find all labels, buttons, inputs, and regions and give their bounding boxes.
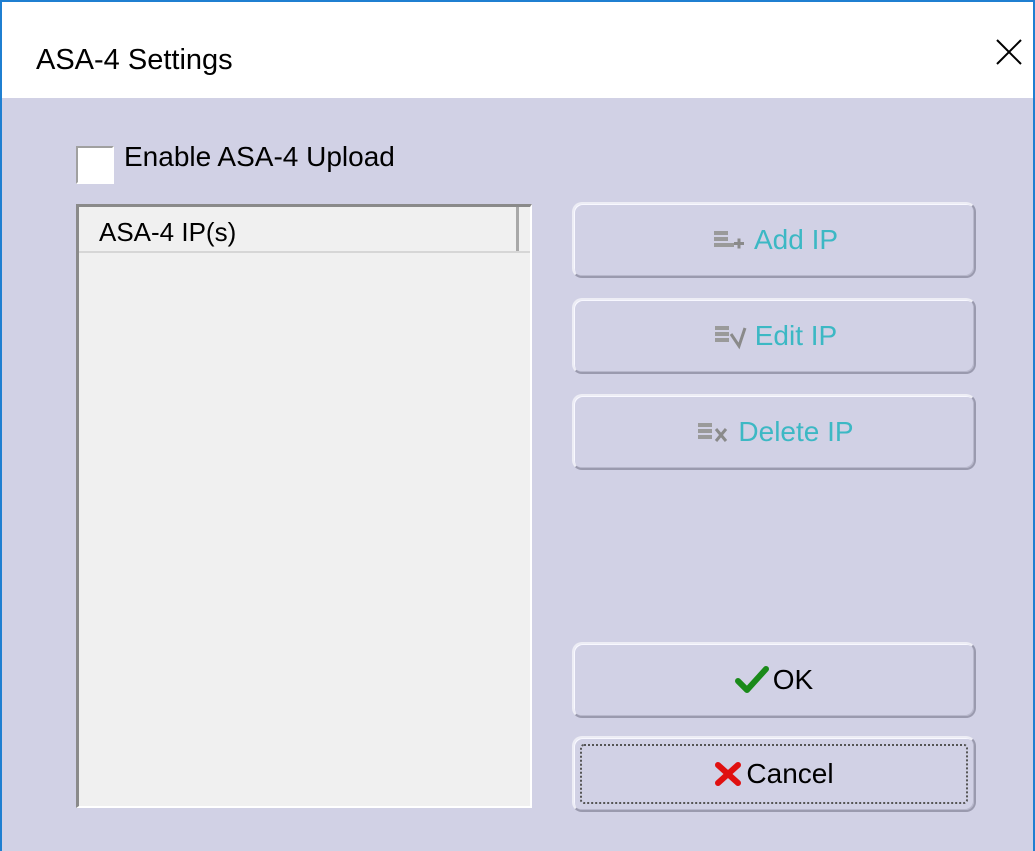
settings-dialog: ASA-4 Settings Enable ASA-4 Upload ASA-4…: [0, 0, 1035, 851]
add-ip-button[interactable]: Add IP: [572, 202, 976, 278]
edit-ip-button[interactable]: Edit IP: [572, 298, 976, 374]
enable-upload-row[interactable]: Enable ASA-4 Upload: [76, 141, 395, 184]
column-header-ips[interactable]: ASA-4 IP(s): [79, 207, 519, 251]
add-ip-label: Add IP: [753, 224, 839, 255]
delete-ip-button[interactable]: Delete IP: [572, 394, 976, 470]
delete-ip-icon: [698, 423, 728, 442]
checkmark-icon: [734, 666, 769, 693]
focus-ring: [580, 744, 968, 804]
title-bar: ASA-4 Settings: [2, 2, 1033, 98]
close-button[interactable]: [987, 30, 1031, 74]
edit-ip-label: Edit IP: [754, 320, 838, 351]
dialog-title: ASA-4 Settings: [36, 44, 233, 76]
column-header-label: ASA-4 IP(s): [99, 217, 237, 247]
close-icon: [996, 39, 1022, 65]
enable-upload-label[interactable]: Enable ASA-4 Upload: [124, 141, 395, 173]
dialog-content: Enable ASA-4 Upload ASA-4 IP(s) Add IP E…: [2, 98, 1033, 851]
ip-list[interactable]: ASA-4 IP(s): [76, 204, 532, 808]
ip-list-header: ASA-4 IP(s): [79, 207, 530, 253]
ok-button[interactable]: OK: [572, 642, 976, 718]
enable-upload-checkbox[interactable]: [76, 146, 114, 184]
delete-ip-label: Delete IP: [738, 416, 854, 447]
add-ip-icon: [713, 231, 744, 249]
edit-ip-icon: [714, 326, 747, 350]
ok-label: OK: [772, 664, 814, 695]
cancel-button[interactable]: Cancel: [572, 736, 976, 812]
